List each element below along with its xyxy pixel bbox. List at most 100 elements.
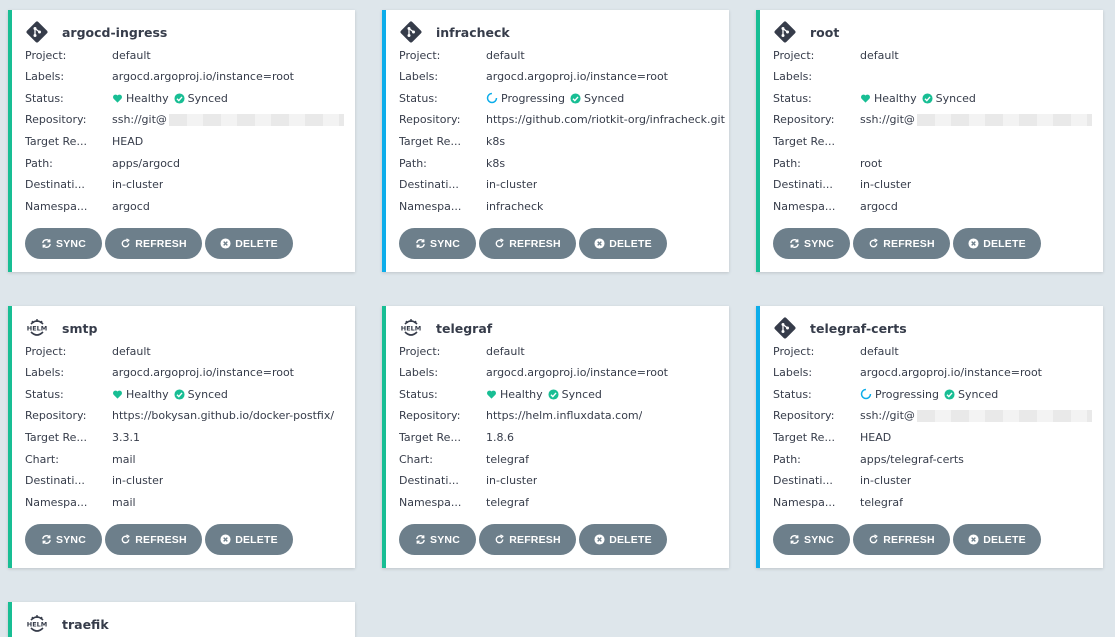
field-value: in-cluster	[860, 474, 911, 487]
field-label: Project:	[399, 344, 441, 358]
field-value[interactable]: ssh://git@	[860, 113, 1092, 126]
app-card-traefik[interactable]: HELM traefik	[8, 602, 355, 637]
button-label: REFRESH	[135, 533, 187, 546]
field-label: Path:	[25, 156, 53, 170]
field-namespace: Namespa... telegraf	[399, 494, 529, 510]
field-value: argocd.argoproj.io/instance=root	[860, 366, 1042, 379]
delete-button[interactable]: DELETE	[579, 228, 667, 259]
sync-icon	[789, 534, 804, 545]
field-label: Target Re...	[399, 430, 461, 444]
button-label: DELETE	[983, 237, 1026, 250]
field-label: Status:	[399, 387, 438, 401]
button-label: DELETE	[983, 533, 1026, 546]
delete-icon	[968, 238, 983, 249]
field-value: in-cluster	[112, 178, 163, 191]
app-title[interactable]: telegraf-certs	[773, 317, 907, 339]
field-value: default	[112, 49, 151, 62]
app-card-telegraf-certs[interactable]: telegraf-certs Project: default Labels: argo…	[756, 306, 1103, 568]
app-card-infracheck[interactable]: infracheck Project: default Labels: argocd.a…	[382, 10, 729, 272]
destination-value: in-cluster	[112, 474, 164, 488]
sync-status: Synced	[583, 91, 625, 105]
synced-check-icon	[944, 389, 955, 400]
app-card-argocd-ingress[interactable]: argocd-ingress Project: default Labels: argo…	[8, 10, 355, 272]
delete-button[interactable]: DELETE	[953, 228, 1041, 259]
app-card-telegraf[interactable]: HELM telegraf Project: default Labels: argocd…	[382, 306, 729, 568]
app-name: telegraf-certs	[810, 320, 907, 336]
svg-text:HELM: HELM	[27, 621, 48, 629]
field-namespace: Namespa... argocd	[773, 198, 898, 214]
svg-text:HELM: HELM	[27, 325, 48, 333]
app-title[interactable]: HELM traefik	[25, 613, 109, 635]
field-value: Healthy Synced	[860, 92, 976, 105]
button-label: SYNC	[56, 237, 86, 250]
health-status: Healthy	[126, 387, 169, 401]
field-label: Namespa...	[399, 199, 462, 213]
refresh-icon	[120, 238, 135, 249]
field-value: argocd.argoproj.io/instance=root	[486, 366, 668, 379]
field-path: Path: root	[773, 155, 882, 171]
sync-icon	[415, 534, 430, 545]
sync-button[interactable]: SYNC	[399, 228, 476, 259]
delete-icon	[220, 534, 235, 545]
namespace-value: argocd	[112, 199, 150, 213]
synced-check-icon	[174, 93, 185, 104]
field-repository: Repository: https://helm.influxdata.com/	[399, 408, 642, 424]
field-value[interactable]: https://bokysan.github.io/docker-postfix…	[112, 409, 334, 422]
refresh-button[interactable]: REFRESH	[479, 228, 576, 259]
app-title[interactable]: HELM telegraf	[399, 317, 492, 339]
target-value: 1.8.6	[486, 430, 514, 444]
app-title[interactable]: root	[773, 21, 839, 43]
app-title[interactable]: infracheck	[399, 21, 510, 43]
refresh-button[interactable]: REFRESH	[853, 228, 950, 259]
field-value[interactable]: https://github.com/riotkit-org/infrachec…	[486, 113, 725, 126]
path-value: mail	[112, 452, 136, 466]
field-value[interactable]: ssh://git@	[112, 113, 344, 126]
progressing-icon	[860, 388, 872, 400]
sync-button[interactable]: SYNC	[25, 524, 102, 555]
path-value: telegraf	[486, 452, 530, 466]
helm-icon: HELM	[25, 612, 49, 636]
sync-button[interactable]: SYNC	[773, 524, 850, 555]
refresh-icon	[494, 534, 509, 545]
field-value: 3.3.1	[112, 431, 140, 444]
field-status: Status: Healthy Synced	[25, 90, 228, 106]
field-label: Status:	[399, 91, 438, 105]
sync-button[interactable]: SYNC	[25, 228, 102, 259]
field-value: HEAD	[112, 135, 143, 148]
app-name: traefik	[62, 616, 109, 632]
delete-button[interactable]: DELETE	[579, 524, 667, 555]
refresh-button[interactable]: REFRESH	[105, 228, 202, 259]
app-card-root[interactable]: root Project: default Labels: Status: Healthy…	[756, 10, 1103, 272]
delete-button[interactable]: DELETE	[953, 524, 1041, 555]
sync-button[interactable]: SYNC	[773, 228, 850, 259]
sync-icon	[41, 238, 56, 249]
delete-button[interactable]: DELETE	[205, 228, 293, 259]
delete-button[interactable]: DELETE	[205, 524, 293, 555]
heart-icon	[486, 389, 497, 400]
app-title[interactable]: HELM smtp	[25, 317, 97, 339]
synced-check-icon	[548, 389, 559, 400]
delete-icon	[968, 534, 983, 545]
action-buttons: SYNC REFRESH DELETE	[773, 228, 1044, 259]
button-label: REFRESH	[135, 237, 187, 250]
redacted-repository	[916, 113, 1092, 126]
sync-button[interactable]: SYNC	[399, 524, 476, 555]
refresh-button[interactable]: REFRESH	[479, 524, 576, 555]
field-label: Labels:	[25, 70, 65, 84]
refresh-button[interactable]: REFRESH	[105, 524, 202, 555]
field-label: Status:	[773, 387, 812, 401]
button-label: REFRESH	[509, 237, 561, 250]
health-status: Progressing	[875, 387, 939, 401]
refresh-button[interactable]: REFRESH	[853, 524, 950, 555]
refresh-icon	[494, 238, 509, 249]
field-label: Labels:	[399, 70, 439, 84]
field-value[interactable]: https://helm.influxdata.com/	[486, 409, 642, 422]
field-value[interactable]: ssh://git@	[860, 409, 1092, 422]
field-label: Destinati...	[399, 178, 459, 192]
redacted-repository	[168, 113, 344, 126]
app-title[interactable]: argocd-ingress	[25, 21, 167, 43]
field-label: Labels:	[773, 366, 813, 380]
app-name: infracheck	[436, 24, 510, 40]
field-project: Project: default	[399, 47, 525, 63]
app-card-smtp[interactable]: HELM smtp Project: default Labels: argocd.arg…	[8, 306, 355, 568]
